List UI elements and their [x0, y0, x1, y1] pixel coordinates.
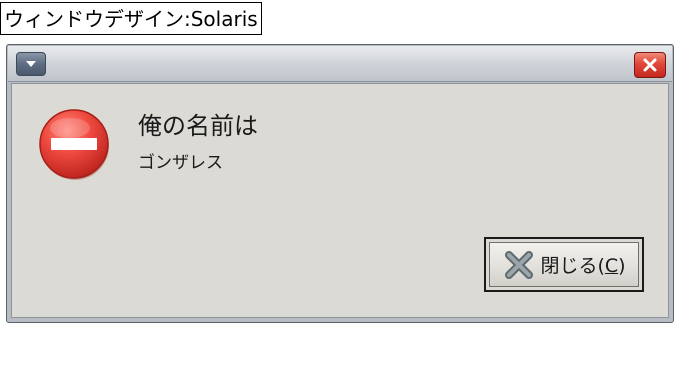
- window-menu-arrow-icon: [26, 61, 36, 67]
- stop-error-icon: [39, 109, 109, 180]
- title-bar[interactable]: [8, 46, 672, 82]
- window-frame: 俺の名前は ゴンザレス 閉じる(C): [11, 83, 669, 318]
- close-button-label-suffix: ): [618, 255, 626, 277]
- dialog-content: 俺の名前は ゴンザレス 閉じる(C): [14, 84, 666, 315]
- dialog-heading: 俺の名前は: [138, 112, 258, 140]
- close-button[interactable]: 閉じる(C): [484, 237, 644, 292]
- close-button-mnemonic: C: [604, 255, 619, 277]
- window-close-button[interactable]: [634, 52, 666, 78]
- dialog-message: ゴンザレス: [138, 153, 223, 173]
- close-x-icon: [505, 250, 534, 279]
- dialog-window: 俺の名前は ゴンザレス 閉じる(C): [6, 44, 674, 323]
- caption-text: ウィンドウデザイン:Solaris: [4, 7, 258, 31]
- close-button-label-prefix: 閉じる(: [540, 255, 605, 277]
- window-menu-button[interactable]: [16, 52, 46, 76]
- close-button-label: 閉じる(C): [540, 251, 625, 278]
- close-icon: [643, 58, 657, 72]
- page-caption: ウィンドウデザイン:Solaris: [0, 2, 262, 35]
- close-button-face[interactable]: 閉じる(C): [489, 242, 639, 287]
